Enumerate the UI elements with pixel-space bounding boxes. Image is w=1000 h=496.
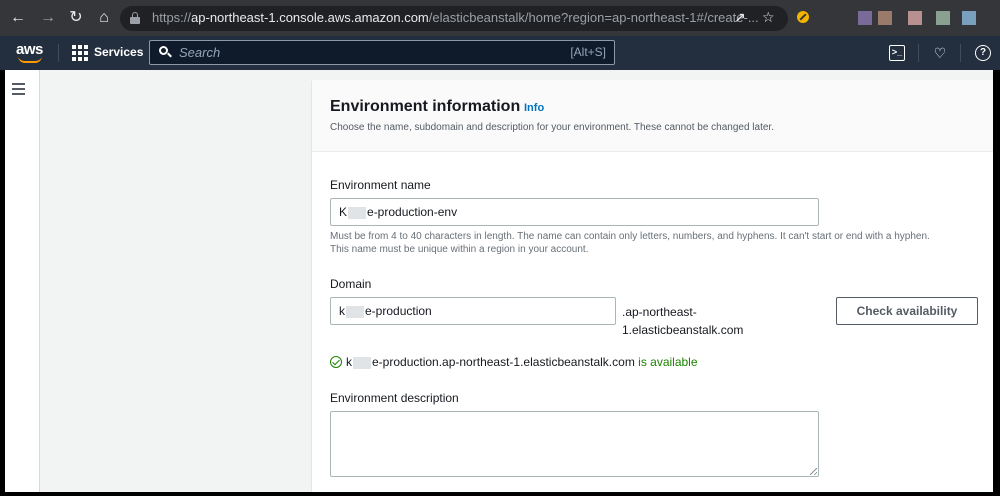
reload-icon[interactable]: ↻ (66, 8, 86, 28)
aws-logo[interactable]: aws (16, 41, 46, 65)
panel-header: Environment information Info Choose the … (312, 80, 993, 152)
domain-input[interactable]: k e-production (330, 297, 616, 325)
browser-toolbar: ← → ↻ ⌂ https://ap-northeast-1.console.a… (0, 0, 1000, 36)
share-icon[interactable]: ↗ (734, 9, 746, 26)
help-icon[interactable]: ? (975, 45, 991, 61)
domain-suffix: .ap-northeast- 1.elasticbeanstalk.com (622, 305, 744, 337)
notifications-bell-icon[interactable]: ♡ (932, 45, 948, 61)
forward-icon[interactable]: → (38, 8, 58, 28)
bookmark-star-icon[interactable]: ☆ (762, 9, 775, 26)
search-shortcut-hint: [Alt+S] (570, 45, 606, 59)
search-icon (159, 46, 172, 58)
address-bar[interactable]: https://ap-northeast-1.console.aws.amazo… (120, 6, 788, 31)
environment-name-label: Environment name (330, 178, 431, 192)
resize-handle-icon[interactable] (810, 468, 817, 475)
page-content: Environment information Info Choose the … (5, 70, 993, 492)
grid-icon (72, 45, 88, 61)
domain-availability-status: k e-production.ap-northeast-1.elasticbean… (330, 355, 698, 369)
profile-avatar-icon[interactable] (962, 11, 976, 25)
home-icon[interactable]: ⌂ (94, 8, 114, 28)
info-link[interactable]: Info (524, 102, 544, 114)
check-availability-button[interactable]: Check availability (836, 297, 978, 325)
menu-hamburger-icon[interactable] (12, 83, 25, 95)
extension-icon[interactable] (858, 11, 872, 25)
extension-icon[interactable] (797, 11, 809, 23)
url-text[interactable]: https://ap-northeast-1.console.aws.amazo… (152, 10, 759, 25)
extension-icon[interactable] (908, 11, 922, 25)
cloudshell-icon[interactable]: >_ (889, 45, 905, 61)
panel-description: Choose the name, subdomain and descripti… (330, 122, 774, 133)
aws-console-nav: aws Services [Alt+S] >_ ♡ ? (0, 36, 1000, 70)
environment-description-textarea[interactable] (330, 411, 819, 477)
console-search[interactable]: [Alt+S] (149, 40, 615, 65)
search-input[interactable] (179, 44, 539, 61)
environment-name-input[interactable]: Ke-production-env (330, 198, 819, 226)
environment-name-hint: Must be from 4 to 40 characters in lengt… (330, 231, 930, 255)
back-icon[interactable]: ← (8, 8, 28, 28)
extension-icon[interactable] (936, 11, 950, 25)
domain-label: Domain (330, 277, 372, 291)
check-circle-icon (330, 356, 342, 368)
lock-icon[interactable] (130, 12, 140, 24)
panel-title: Environment information (330, 98, 521, 115)
side-navigation (5, 70, 40, 492)
environment-description-label: Environment description (330, 391, 459, 405)
environment-information-panel: Environment information Info Choose the … (312, 80, 993, 492)
extension-icon[interactable] (878, 11, 892, 25)
services-label: Services (94, 45, 144, 59)
